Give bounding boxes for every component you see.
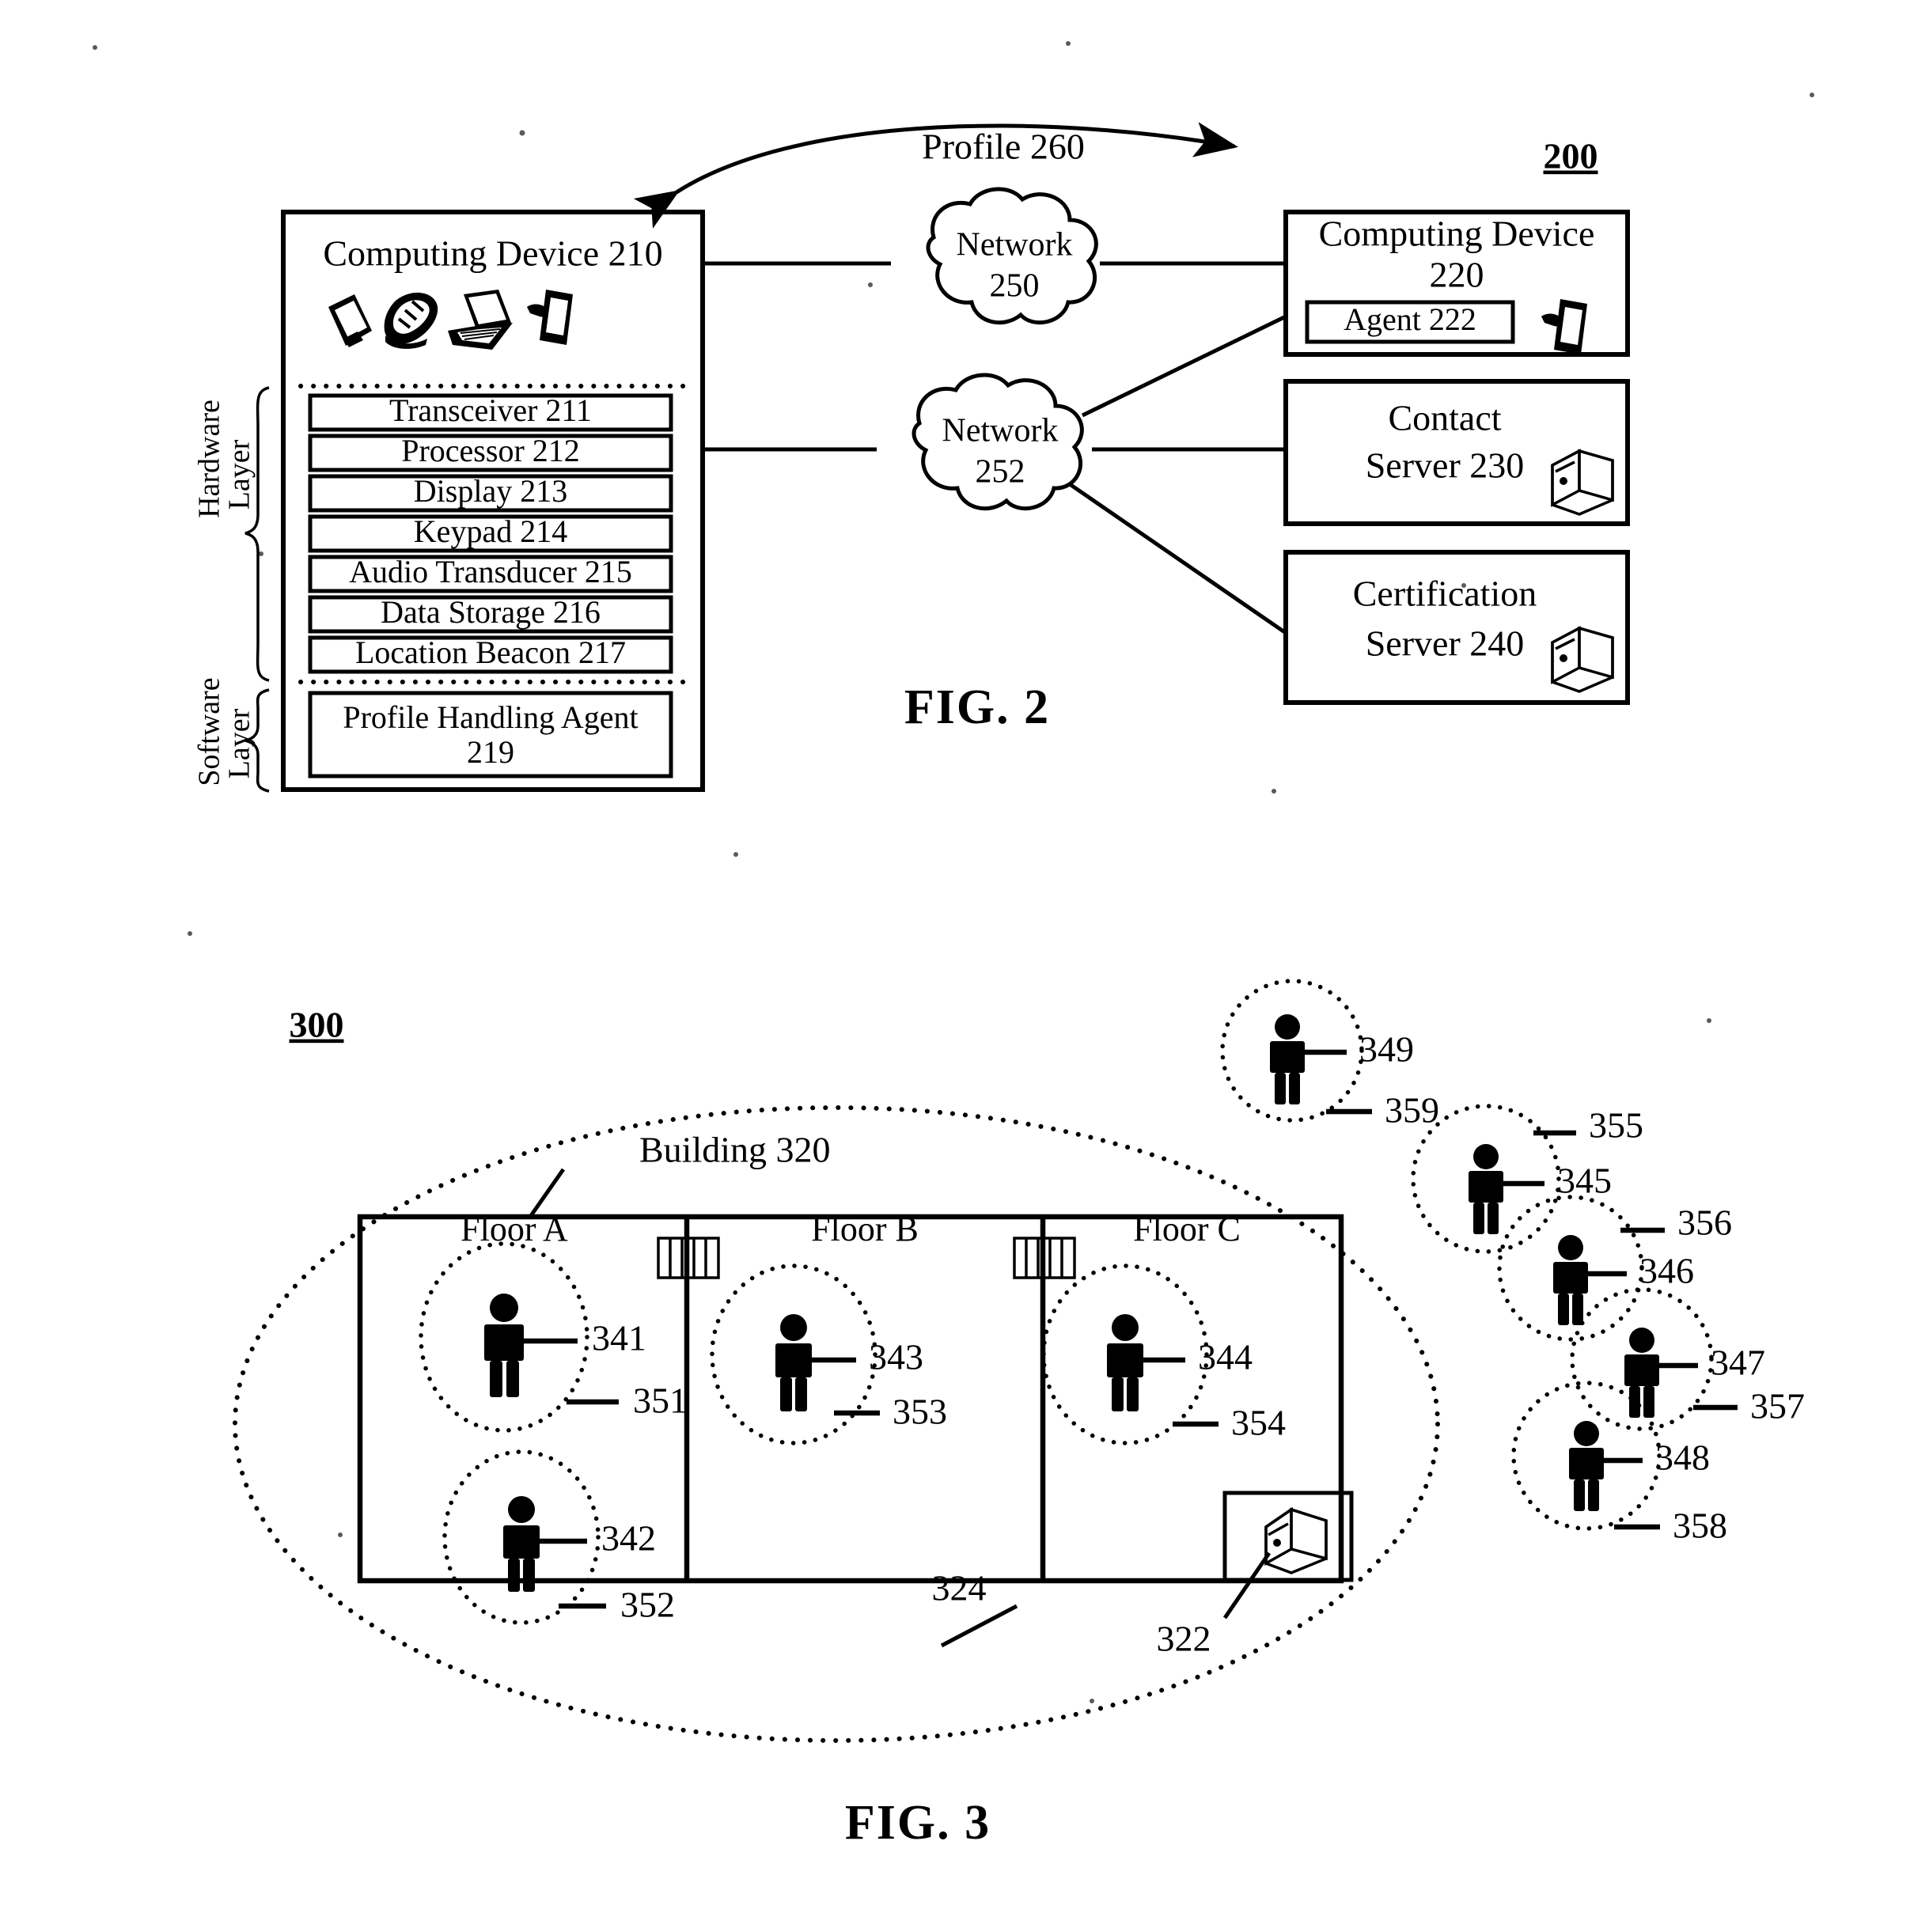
hardware-item-label: Keypad 214 — [414, 513, 567, 549]
profile-link-label: Profile 260 — [922, 127, 1085, 167]
person-icon — [1107, 1314, 1143, 1411]
person-349-label: 349 — [1359, 1029, 1414, 1070]
person-icon — [775, 1314, 812, 1411]
hardware-item: Audio Transducer 215 — [308, 554, 673, 593]
person-icon — [1569, 1421, 1604, 1511]
zone-354-label: 354 — [1231, 1403, 1286, 1443]
zone-353-label: 353 — [893, 1392, 947, 1432]
zone-352-label: 352 — [620, 1585, 675, 1625]
person-342-label: 342 — [601, 1518, 656, 1559]
hardware-item-label: Data Storage 216 — [381, 594, 601, 630]
mobile-phone-icon — [1541, 299, 1587, 354]
server-322-label: 322 — [1157, 1619, 1211, 1659]
person-344-label: 344 — [1198, 1337, 1253, 1377]
mobile-phone-icon — [527, 290, 573, 345]
person-icon — [1469, 1144, 1503, 1234]
person-349-group: 349 359 — [1220, 979, 1439, 1131]
hardware-item-label: Transceiver 211 — [389, 392, 592, 428]
network-252-label-line1: Network — [942, 413, 1059, 449]
link-network252-certification-server — [1068, 482, 1287, 635]
hardware-item-list: Transceiver 211 Processor 212 Display 21… — [308, 392, 673, 674]
building-server-322-group: 322 — [1157, 1491, 1354, 1659]
hardware-item: Location Beacon 217 — [308, 635, 673, 674]
patent-figure-page: 200 Profile 260 Computing Device 210 Tra… — [0, 0, 1914, 1932]
zone-358-label: 358 — [1673, 1506, 1727, 1546]
software-item: Profile Handling Agent 219 — [308, 691, 673, 778]
network-252-label-line2: 252 — [976, 454, 1025, 491]
person-348-label: 348 — [1655, 1438, 1710, 1478]
hardware-item: Display 213 — [308, 473, 673, 513]
network-250-cloud: Network 250 — [926, 187, 1098, 325]
person-341-group: 341 351 — [419, 1241, 688, 1433]
zone-359-label: 359 — [1385, 1090, 1439, 1131]
network-250-label-line1: Network — [957, 227, 1073, 263]
person-icon — [1270, 1014, 1305, 1104]
person-343-group: 343 353 — [710, 1263, 947, 1445]
zone-355-label: 355 — [1589, 1105, 1643, 1146]
link-network252-device220 — [1081, 314, 1287, 418]
hardware-item-label: Processor 212 — [401, 433, 580, 468]
zone-357-label: 357 — [1750, 1386, 1805, 1426]
hardware-item: Processor 212 — [308, 433, 673, 472]
computing-device-220-title-line1: Computing Device — [1319, 214, 1595, 254]
laptop-icon — [448, 290, 513, 350]
contact-server-230-label-line2: Server 230 — [1366, 445, 1525, 486]
software-item-label-line1: Profile Handling Agent — [343, 699, 638, 735]
figure2-system-ref: 200 — [1544, 136, 1598, 176]
network-250-label-line2: 250 — [990, 268, 1040, 305]
server-tower-icon — [1551, 449, 1614, 516]
server-322-leader — [1222, 1551, 1272, 1619]
person-icon — [1624, 1328, 1659, 1418]
computing-device-220-title-line2: 220 — [1430, 255, 1484, 295]
zone-356-label: 356 — [1677, 1203, 1732, 1243]
hardware-item-label: Display 213 — [414, 473, 567, 509]
building-320-label: Building 320 — [639, 1130, 831, 1170]
floor-a-label: Floor A — [460, 1210, 568, 1248]
outer-zone-324-label: 324 — [932, 1568, 987, 1608]
person-341-label: 341 — [592, 1318, 646, 1358]
hardware-layer-brace-label-line1: Hardware — [193, 400, 226, 518]
certification-server-240-label-line1: Certification — [1353, 574, 1537, 614]
software-layer-brace-label-line1: Software — [193, 677, 226, 786]
contact-server-230-label-line1: Contact — [1388, 398, 1501, 438]
person-342-group: 342 352 — [442, 1449, 675, 1625]
person-347-label: 347 — [1711, 1343, 1765, 1383]
figure2-caption: FIG. 2 — [904, 680, 1050, 734]
computing-device-210-title: Computing Device 210 — [323, 233, 662, 274]
person-icon — [1553, 1235, 1588, 1325]
outer-zone-324-leader — [940, 1604, 1018, 1648]
person-343-label: 343 — [869, 1337, 923, 1377]
hardware-item: Keypad 214 — [308, 513, 673, 553]
figure3-caption: FIG. 3 — [845, 1796, 991, 1850]
agent-222-label: Agent 222 — [1344, 301, 1476, 337]
person-345-label: 345 — [1557, 1161, 1612, 1201]
software-item-label-line2: 219 — [467, 734, 514, 770]
server-tower-icon — [1551, 626, 1614, 693]
building-server-322-box — [1222, 1491, 1354, 1582]
hardware-item: Transceiver 211 — [308, 392, 673, 432]
figures-canvas: 200 Profile 260 Computing Device 210 Tra… — [93, 41, 1814, 1850]
certification-server-240-label-line2: Server 240 — [1366, 623, 1525, 664]
floor-c-label: Floor C — [1133, 1210, 1241, 1248]
software-layer-brace-label-line2: Layer — [223, 708, 256, 778]
person-icon — [484, 1294, 524, 1397]
person-icon — [503, 1496, 540, 1592]
pda-icon — [328, 294, 372, 347]
person-346-label: 346 — [1639, 1251, 1694, 1291]
hardware-item-label: Audio Transducer 215 — [349, 554, 632, 589]
hardware-layer-brace-label-line2: Layer — [223, 439, 256, 510]
figure3-system-ref: 300 — [290, 1005, 344, 1045]
server-tower-icon — [1264, 1506, 1328, 1574]
zone-351-label: 351 — [633, 1381, 688, 1421]
person-344-group: 344 354 — [1041, 1263, 1286, 1445]
scan-specks — [93, 41, 1814, 1703]
person-345-group: 345 355 — [1411, 1104, 1643, 1254]
flip-phone-icon — [384, 292, 438, 349]
floor-b-label: Floor B — [811, 1210, 919, 1248]
network-252-cloud: Network 252 — [912, 373, 1084, 511]
hardware-layer-brace — [244, 386, 270, 682]
person-347-group: 347 357 — [1570, 1287, 1805, 1431]
hardware-item-label: Location Beacon 217 — [355, 635, 626, 670]
hardware-item: Data Storage 216 — [308, 594, 673, 634]
